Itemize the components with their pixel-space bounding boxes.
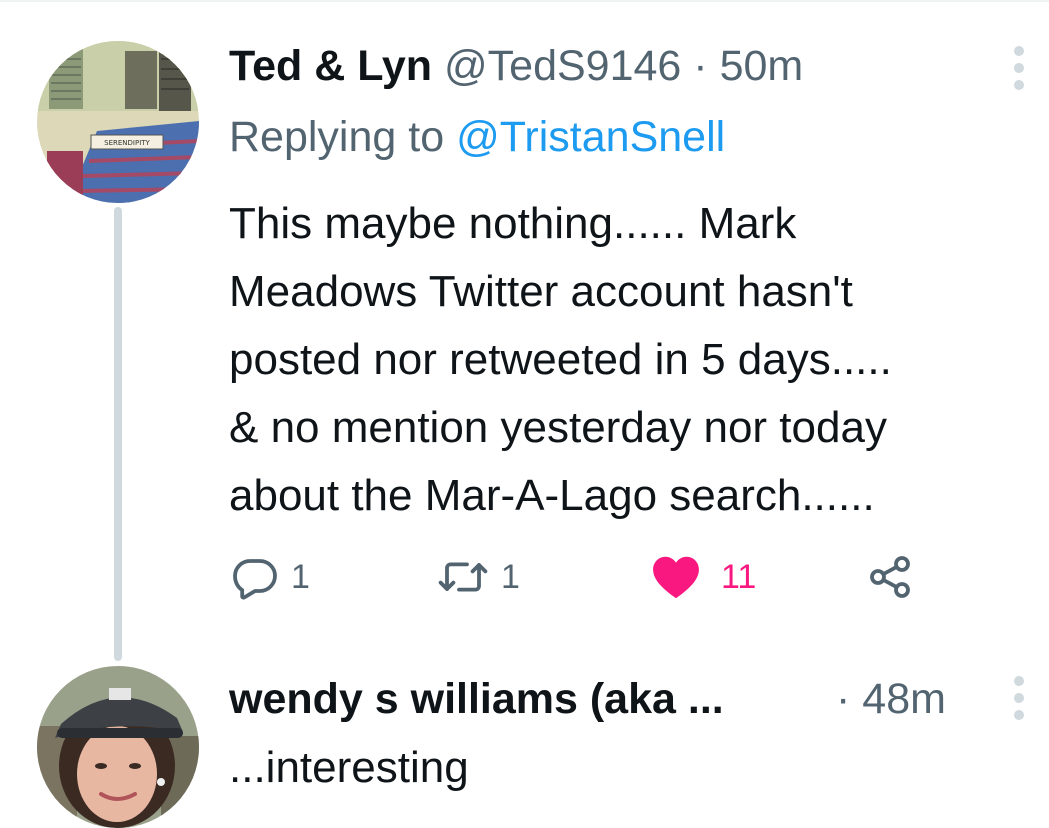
display-name[interactable]: wendy s williams (aka ... [229, 675, 724, 723]
share-icon [870, 556, 910, 598]
replying-to-line: Replying to @TristanSnell [229, 111, 725, 163]
separator-dot: · [693, 42, 708, 90]
replying-to-label: Replying to [229, 113, 445, 161]
like-count: 11 [721, 557, 757, 596]
reply-button[interactable]: 1 [231, 552, 310, 602]
tweet-time: · 48m [836, 673, 946, 725]
tweet-text-line: This maybe nothing...... Mark [229, 199, 797, 248]
tweet-header: wendy s williams (aka ... [229, 673, 742, 725]
avatar[interactable]: SERENDIPITY [37, 41, 199, 203]
tweet-text-line: posted nor retweeted in 5 days..... [229, 335, 892, 384]
like-button[interactable]: 11 [651, 552, 756, 602]
more-options-icon[interactable] [1013, 46, 1025, 90]
retweet-button[interactable]: 1 [437, 552, 520, 602]
tweet-header: Ted & Lyn @TedS9146 · 50m [229, 40, 803, 92]
tweet-text-line: about the Mar-A-Lago search...... [229, 471, 875, 520]
more-options-icon[interactable] [1013, 676, 1025, 720]
top-divider [0, 0, 1049, 2]
speech-bubble-icon [233, 559, 277, 600]
tweet-text-line: & no mention yesterday nor today [229, 403, 887, 452]
separator-dot: · [836, 675, 851, 723]
timestamp[interactable]: 48m [862, 675, 946, 723]
display-name[interactable]: Ted & Lyn [229, 42, 432, 90]
thread-connector-line [114, 207, 122, 661]
timestamp[interactable]: 50m [720, 42, 804, 90]
retweet-count: 1 [501, 557, 520, 596]
share-button[interactable] [866, 552, 914, 602]
handle[interactable]: @TedS9146 [444, 42, 681, 90]
avatar-sign-text: SERENDIPITY [104, 139, 150, 147]
tweet-text: ...interesting [229, 743, 469, 792]
replying-to-handle-link[interactable]: @TristanSnell [456, 113, 725, 161]
retweet-arrows-icon [438, 562, 488, 592]
avatar[interactable] [37, 666, 199, 828]
reply-count: 1 [291, 557, 310, 596]
heart-icon [653, 556, 699, 599]
tweet-text-line: Meadows Twitter account hasn't [229, 267, 853, 316]
tweet-text: This maybe nothing...... Mark Meadows Tw… [229, 190, 1029, 530]
